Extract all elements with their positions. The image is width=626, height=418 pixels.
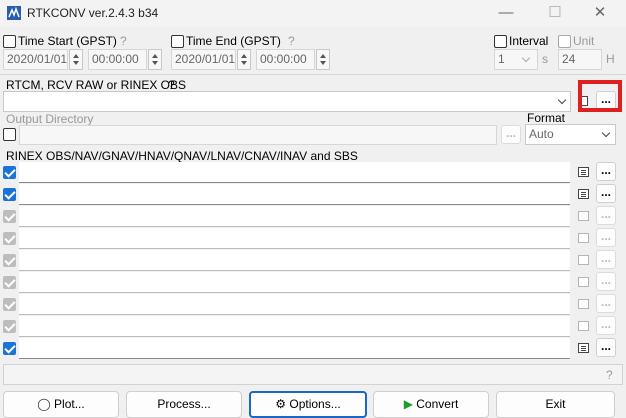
file-2-view-icon[interactable] — [578, 189, 589, 199]
file-1-checkbox[interactable] — [3, 166, 16, 179]
convert-button[interactable]: ▶ Convert — [373, 391, 489, 418]
chevron-down-icon — [601, 128, 611, 138]
file-6-view-icon[interactable] — [578, 277, 589, 287]
file-7-view-icon[interactable] — [578, 299, 589, 309]
unit-checkbox[interactable] — [558, 35, 571, 48]
output-directory-browse-button[interactable]: ... — [501, 125, 521, 144]
highlight-box — [578, 80, 622, 112]
time-start-time-stepper[interactable] — [148, 49, 162, 70]
input-file-help[interactable]: ? — [168, 78, 175, 92]
output-directory-label: Output Directory — [6, 112, 94, 126]
time-start-date-stepper[interactable] — [69, 49, 83, 70]
file-5-checkbox[interactable] — [3, 254, 16, 267]
file-2-browse-button[interactable]: ... — [596, 184, 616, 203]
time-end-checkbox[interactable] — [171, 35, 184, 48]
convert-button-label: Convert — [416, 397, 459, 411]
divider — [0, 74, 626, 75]
format-select[interactable]: Auto — [525, 124, 616, 145]
time-start-help[interactable]: ? — [120, 34, 127, 48]
file-2-checkbox[interactable] — [3, 188, 16, 201]
window-title: RTKCONV ver.2.4.3 b34 — [27, 6, 159, 20]
file-8-field[interactable] — [19, 316, 570, 337]
process-button[interactable]: Process... — [126, 391, 242, 418]
file-8-checkbox[interactable] — [3, 320, 16, 333]
process-button-label: Process... — [157, 397, 211, 411]
maximize-button[interactable]: ☐ — [535, 2, 575, 24]
interval-unit: s — [542, 52, 548, 66]
file-1-browse-button[interactable]: ... — [596, 162, 616, 181]
chevron-down-icon — [521, 53, 531, 63]
unit-label: Unit — [573, 34, 595, 48]
time-end-label: Time End (GPST) — [186, 34, 281, 48]
file-1-field[interactable] — [19, 162, 570, 183]
time-end-time-field[interactable]: 00:00:00 — [256, 49, 315, 70]
file-9-browse-button[interactable]: ... — [596, 338, 616, 357]
unit-unit: H — [606, 52, 615, 66]
interval-label: Interval — [509, 34, 549, 48]
file-6-field[interactable] — [19, 272, 570, 293]
file-4-browse-button[interactable]: ... — [596, 228, 616, 247]
interval-checkbox[interactable] — [494, 35, 507, 48]
play-icon: ▶ — [403, 397, 413, 411]
time-end-date-field[interactable]: 2020/01/01 — [171, 49, 236, 70]
options-button[interactable]: ⚙ Options... — [249, 391, 367, 418]
file-4-checkbox[interactable] — [3, 232, 16, 245]
file-5-browse-button[interactable]: ... — [596, 250, 616, 269]
exit-button[interactable]: Exit — [496, 391, 615, 418]
time-start-date-field[interactable]: 2020/01/01 — [3, 49, 68, 70]
format-label: Format — [527, 111, 566, 125]
gear-icon: ⚙ — [275, 397, 287, 411]
file-5-field[interactable] — [19, 250, 570, 271]
plot-button[interactable]: ◯ Plot... — [3, 391, 119, 418]
input-file-label: RTCM, RCV RAW or RINEX OBS — [6, 78, 187, 92]
rinex-output-label: RINEX OBS/NAV/GNAV/HNAV/QNAV/LNAV/CNAV/I… — [6, 149, 358, 163]
rtkconv-app-icon — [7, 6, 21, 20]
file-6-browse-button[interactable]: ... — [596, 272, 616, 291]
output-directory-field[interactable] — [19, 125, 497, 145]
file-9-field[interactable] — [19, 338, 570, 359]
time-end-time-stepper[interactable] — [316, 49, 330, 70]
file-4-field[interactable] — [19, 228, 570, 249]
close-button[interactable]: ✕ — [580, 2, 620, 24]
file-6-checkbox[interactable] — [3, 276, 16, 289]
interval-select[interactable]: 1 — [494, 49, 538, 70]
time-start-time-field[interactable]: 00:00:00 — [88, 49, 147, 70]
file-9-view-icon[interactable] — [578, 343, 589, 353]
file-7-checkbox[interactable] — [3, 298, 16, 311]
file-1-view-icon[interactable] — [578, 167, 589, 177]
format-value: Auto — [529, 127, 554, 141]
file-2-field[interactable] — [19, 184, 570, 205]
file-4-view-icon[interactable] — [578, 233, 589, 243]
exit-button-label: Exit — [545, 397, 566, 411]
time-start-checkbox[interactable] — [3, 35, 16, 48]
time-end-help[interactable]: ? — [288, 34, 295, 48]
file-8-browse-button[interactable]: ... — [596, 316, 616, 335]
status-help[interactable]: ? — [606, 368, 613, 382]
file-9-checkbox[interactable] — [3, 342, 16, 355]
file-3-checkbox[interactable] — [3, 210, 16, 223]
unit-field[interactable]: 24 — [558, 49, 602, 70]
file-3-field[interactable] — [19, 206, 570, 227]
file-3-view-icon[interactable] — [578, 211, 589, 221]
time-end-date-stepper[interactable] — [237, 49, 251, 70]
minimize-button[interactable]: — — [486, 2, 526, 24]
file-8-view-icon[interactable] — [578, 321, 589, 331]
plot-button-label: Plot... — [54, 397, 85, 411]
plot-icon: ◯ — [37, 397, 51, 411]
chevron-down-icon — [557, 95, 567, 105]
time-start-label: Time Start (GPST) — [18, 34, 117, 48]
options-button-label: Options... — [289, 397, 341, 411]
file-7-field[interactable] — [19, 294, 570, 315]
status-bar — [3, 364, 623, 385]
file-3-browse-button[interactable]: ... — [596, 206, 616, 225]
output-directory-checkbox[interactable] — [3, 128, 16, 141]
file-7-browse-button[interactable]: ... — [596, 294, 616, 313]
file-5-view-icon[interactable] — [578, 255, 589, 265]
interval-value: 1 — [498, 52, 505, 66]
input-file-combobox[interactable] — [3, 91, 571, 112]
